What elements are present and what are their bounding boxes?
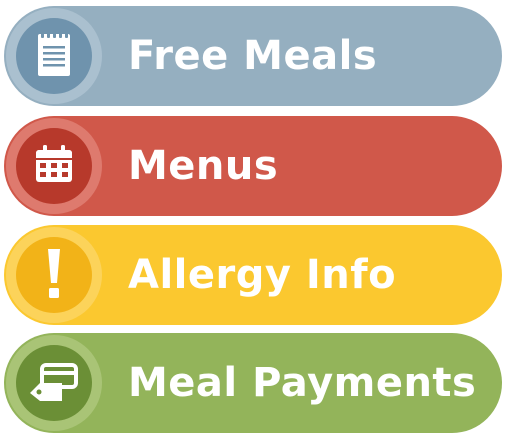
meal-payments-label: Meal Payments <box>128 360 477 406</box>
icon-badge <box>6 335 102 431</box>
icon-badge <box>6 118 102 214</box>
free-meals-button[interactable]: Free Meals <box>4 6 502 106</box>
free-meals-label: Free Meals <box>128 33 378 79</box>
allergy-info-label: Allergy Info <box>128 252 397 298</box>
school-meals-menu: Free Meals Menus Allergy Info Meal Payme… <box>0 0 506 435</box>
menus-label: Menus <box>128 143 279 189</box>
icon-badge <box>6 8 102 104</box>
menus-button[interactable]: Menus <box>4 116 502 216</box>
meal-payments-button[interactable]: Meal Payments <box>4 333 502 433</box>
icon-badge <box>6 227 102 323</box>
allergy-info-button[interactable]: Allergy Info <box>4 225 502 325</box>
